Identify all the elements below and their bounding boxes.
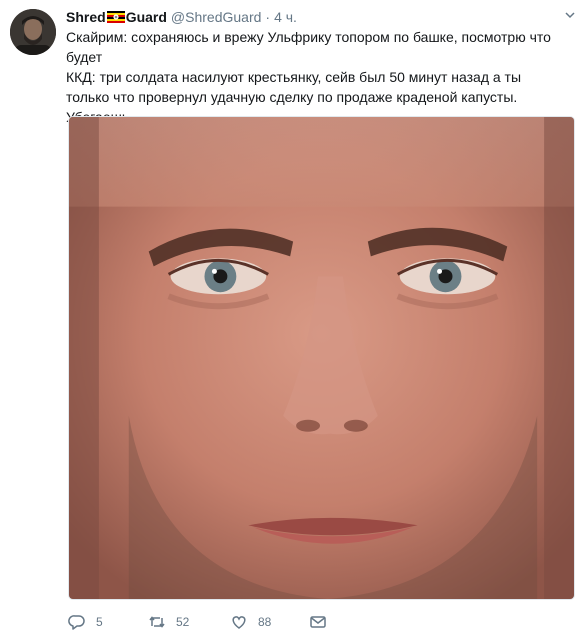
avatar-image [10, 9, 56, 55]
uganda-flag-icon [106, 11, 125, 23]
face-photo [69, 117, 574, 599]
direct-message-button[interactable] [309, 613, 327, 631]
retweet-count: 52 [176, 615, 190, 629]
tweet-header: Shred Guard @ShredGuard · 4 ч. [66, 8, 566, 26]
like-count: 88 [258, 615, 272, 629]
author-handle[interactable]: @ShredGuard [171, 8, 261, 26]
tweet-timestamp[interactable]: 4 ч. [274, 8, 297, 26]
reply-button[interactable]: 5 [68, 613, 103, 631]
envelope-icon [310, 616, 326, 628]
chevron-down-icon[interactable] [564, 8, 576, 20]
tweet-text: Скайрим: сохраняюсь и врежу Ульфрику топ… [66, 27, 566, 127]
avatar[interactable] [10, 9, 56, 55]
reply-icon [68, 615, 85, 630]
author-name[interactable]: Shred Guard [66, 8, 167, 26]
retweet-icon [149, 616, 165, 628]
retweet-button[interactable]: 52 [148, 613, 189, 631]
tweet-media-photo[interactable] [68, 116, 575, 600]
separator-dot: · [265, 9, 271, 25]
heart-icon [232, 616, 246, 629]
tweet-text-line: Скайрим: сохраняюсь и врежу Ульфрику топ… [66, 29, 551, 65]
reply-count: 5 [96, 615, 103, 629]
tweet-actions: 5 52 88 [68, 612, 468, 632]
like-button[interactable]: 88 [230, 613, 271, 631]
